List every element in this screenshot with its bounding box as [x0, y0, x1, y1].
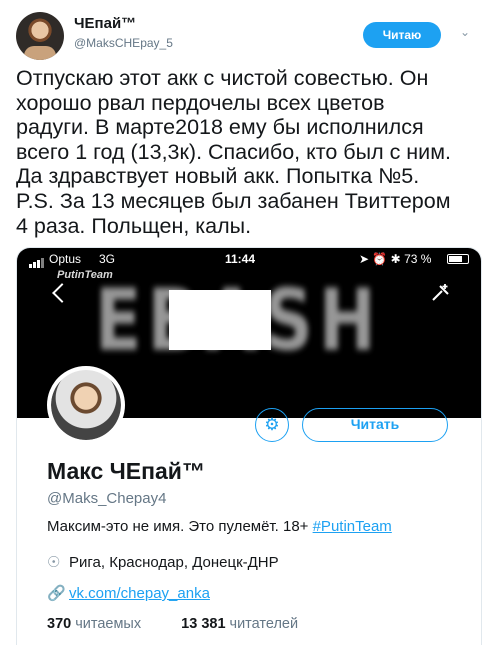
gear-icon[interactable]: ⚙ [255, 408, 289, 442]
link-icon: 🔗 [47, 585, 66, 602]
following-label[interactable]: читаемых [75, 616, 141, 632]
status-bar: Optus 3G 11:44 ➤ ⏰ ✱ 73 % [17, 248, 481, 268]
location-pin-icon: ☉ [47, 554, 61, 571]
bio-text: Максим-это не имя. Это пулемёт. 18+ [47, 518, 313, 535]
status-icons: ➤ ⏰ ✱ 73 % [359, 252, 432, 266]
battery-icon [447, 254, 469, 264]
link-text[interactable]: vk.com/chepay_anka [69, 585, 210, 602]
chevron-down-icon[interactable]: ⌄ [458, 25, 472, 39]
profile-handle: @Maks_Chepay4 [47, 490, 167, 507]
bio-hashtag-link[interactable]: #PutinTeam [313, 518, 392, 535]
back-arrow-icon[interactable] [52, 283, 72, 303]
attached-screenshot[interactable]: EBASH PutinTeam Optus 3G 11:44 ➤ ⏰ ✱ 73 … [16, 247, 482, 645]
author-handle[interactable]: @MaksCHEpay_5 [74, 36, 173, 50]
profile-avatar[interactable] [47, 366, 125, 444]
following-button[interactable]: Читаю [363, 22, 441, 48]
followers-label[interactable]: читателей [230, 616, 299, 632]
followers-count[interactable]: 13 381 [181, 616, 225, 632]
profile-link[interactable]: 🔗 vk.com/chepay_anka [47, 584, 210, 602]
network-label: 3G [99, 252, 116, 266]
brand-mark: PutinTeam [57, 269, 113, 281]
signal-icon [29, 254, 45, 268]
profile-location: ☉ Рига, Краснодар, Донецк-ДНР [47, 553, 279, 571]
author-avatar[interactable] [16, 12, 64, 60]
tweet-text: Отпускаю этот акк с чистой совестью. Он … [16, 66, 451, 238]
carrier-label: Optus [49, 252, 82, 266]
profile-stats: 370 читаемых 13 381 читателей [47, 616, 298, 632]
following-count[interactable]: 370 [47, 616, 71, 632]
compose-icon[interactable] [429, 282, 451, 304]
profile-name: Макс ЧЕпай™ [47, 458, 205, 484]
clock: 11:44 [225, 252, 256, 266]
follow-button[interactable]: Читать [302, 408, 448, 442]
censor-box [169, 290, 271, 350]
author-name[interactable]: ЧЕпай™ [74, 15, 136, 32]
battery-percent: 73 % [404, 252, 432, 266]
location-text: Рига, Краснодар, Донецк-ДНР [69, 554, 279, 571]
profile-bio: Максим-это не имя. Это пулемёт. 18+ #Put… [47, 518, 392, 535]
